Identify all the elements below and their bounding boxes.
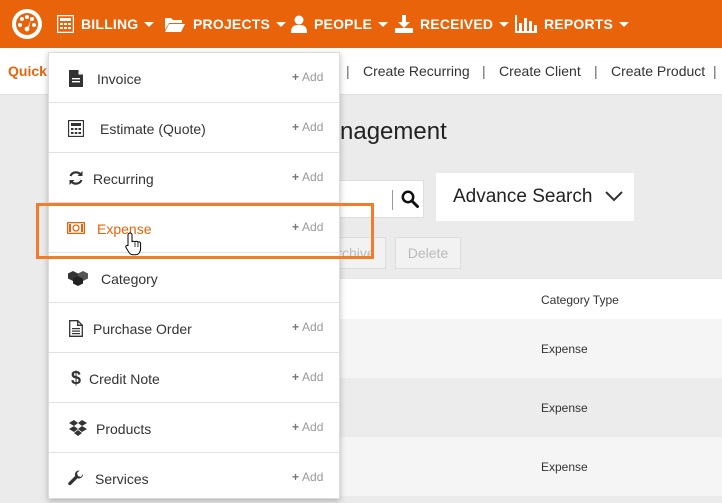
menu-item-label: Products: [96, 421, 152, 437]
menu-item-label: Recurring: [93, 171, 154, 187]
delete-button[interactable]: Delete: [395, 237, 461, 269]
nav-people-label: PEOPLE: [314, 16, 372, 32]
nav-reports[interactable]: REPORTS: [515, 0, 630, 48]
calculator-icon: [67, 119, 85, 137]
table-row[interactable]: Expense: [338, 319, 722, 378]
dropbox-icon: [69, 419, 87, 437]
table-row[interactable]: Expense: [338, 378, 722, 437]
hand-cursor-icon: [125, 232, 142, 256]
table-header: Category Type: [338, 278, 722, 320]
separator: |: [482, 63, 486, 79]
add-credit-note-link[interactable]: + Add: [292, 370, 323, 384]
chevron-down-icon: [619, 21, 630, 27]
table-row[interactable]: Expense: [338, 437, 722, 496]
page-title: nagement: [340, 118, 447, 145]
menu-item-label: Purchase Order: [93, 321, 192, 337]
menu-item-label: Services: [95, 471, 149, 487]
separator: |: [594, 63, 598, 79]
folder-icon: [164, 16, 186, 32]
separator: |: [713, 63, 717, 79]
advance-search-button[interactable]: Advance Search: [436, 173, 634, 221]
nav-received-label: RECEIVED: [420, 16, 494, 32]
download-icon: [395, 15, 413, 33]
create-client-link[interactable]: Create Client: [499, 63, 581, 79]
person-icon: [291, 15, 307, 33]
nav-received[interactable]: RECEIVED: [395, 0, 510, 48]
menu-item-category[interactable]: Category: [49, 253, 339, 303]
create-product-link[interactable]: Create Product: [611, 63, 705, 79]
menu-item-label: Estimate (Quote): [100, 121, 206, 137]
nav-people[interactable]: PEOPLE: [291, 0, 388, 48]
menu-item-services[interactable]: Services + Add: [49, 453, 339, 503]
add-recurring-link[interactable]: + Add: [292, 170, 323, 184]
menu-item-label: Credit Note: [89, 371, 160, 387]
menu-item-label: Invoice: [97, 71, 142, 87]
column-header-category-type[interactable]: Category Type: [541, 293, 619, 307]
search-icon[interactable]: [401, 190, 419, 208]
chevron-down-icon: [144, 21, 155, 27]
menu-item-recurring[interactable]: Recurring + Add: [49, 153, 339, 203]
advance-search-label: Advance Search: [453, 186, 593, 207]
add-estimate-link[interactable]: + Add: [292, 120, 323, 134]
chevron-down-icon: [605, 191, 623, 202]
menu-item-credit-note[interactable]: $ Credit Note + Add: [49, 353, 339, 403]
add-products-link[interactable]: + Add: [292, 420, 323, 434]
billing-dropdown-menu: Invoice + Add Estimate (Quote) + Add Recur…: [48, 52, 340, 499]
dashboard-gauge-icon[interactable]: [11, 8, 43, 40]
quick-label: Quick: [8, 63, 47, 79]
wrench-icon: [67, 469, 85, 487]
highlight-box: [36, 203, 374, 259]
menu-item-estimate[interactable]: Estimate (Quote) + Add: [49, 103, 339, 153]
nav-reports-label: REPORTS: [544, 16, 614, 32]
search-divider: [392, 190, 393, 210]
bar-chart-icon: [515, 15, 537, 33]
dollar-icon: $: [70, 367, 81, 388]
menu-item-products[interactable]: Products + Add: [49, 403, 339, 453]
chevron-down-icon: [499, 21, 510, 27]
menu-item-invoice[interactable]: Invoice + Add: [49, 53, 339, 103]
cell-category-type: Expense: [541, 401, 588, 415]
nav-billing-label: BILLING: [81, 16, 139, 32]
add-purchase-order-link[interactable]: + Add: [292, 320, 323, 334]
separator: |: [346, 63, 350, 79]
add-invoice-link[interactable]: + Add: [292, 70, 323, 84]
chevron-down-icon: [276, 21, 287, 27]
cell-category-type: Expense: [541, 460, 588, 474]
file-text-icon: [67, 319, 85, 337]
nav-projects[interactable]: PROJECTS: [164, 0, 287, 48]
cubes-icon: [67, 269, 89, 287]
document-icon: [67, 69, 85, 87]
nav-projects-label: PROJECTS: [193, 16, 271, 32]
top-nav: BILLING PROJECTS PEOPLE RECEIVED REPORTS: [0, 0, 722, 48]
menu-item-label: Category: [101, 271, 158, 287]
refresh-icon: [67, 169, 85, 187]
calculator-icon: [57, 15, 74, 33]
chevron-down-icon: [378, 21, 388, 27]
nav-billing[interactable]: BILLING: [57, 0, 155, 48]
menu-item-purchase-order[interactable]: Purchase Order + Add: [49, 303, 339, 353]
cell-category-type: Expense: [541, 342, 588, 356]
create-recurring-link[interactable]: Create Recurring: [363, 63, 470, 79]
add-services-link[interactable]: + Add: [292, 470, 323, 484]
